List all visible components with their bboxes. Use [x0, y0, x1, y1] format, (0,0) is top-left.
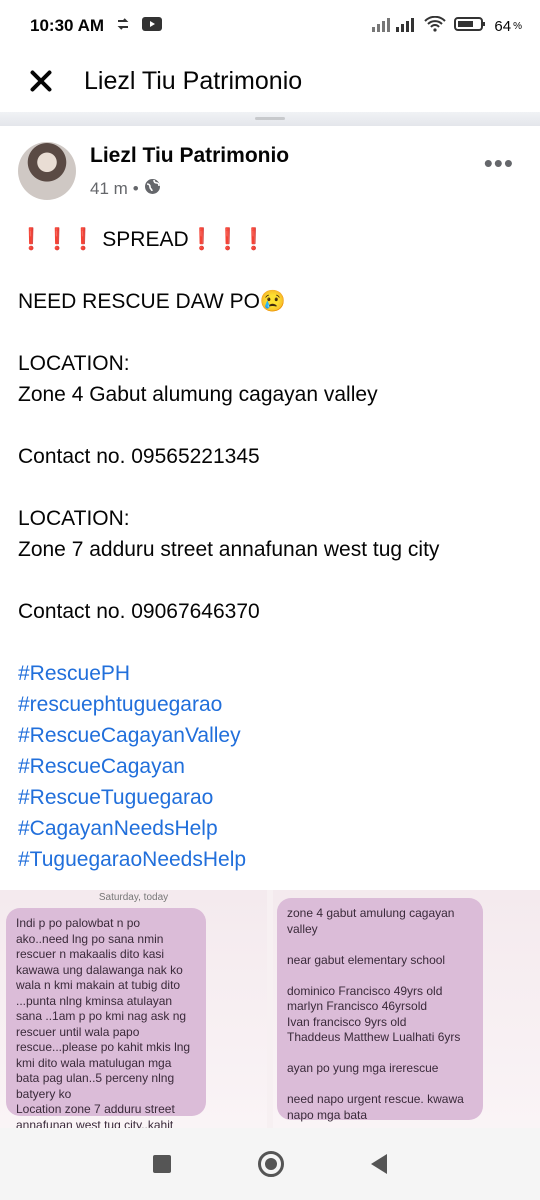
chat-bubble-right: zone 4 gabut amulung cagayan valley near…	[277, 898, 483, 1122]
post-line-need-rescue: NEED RESCUE DAW PO😢	[18, 290, 287, 313]
globe-icon	[144, 178, 161, 200]
screenshot-panel-right[interactable]: zone 4 gabut amulung cagayan valley near…	[273, 890, 540, 1128]
wifi-icon	[424, 15, 447, 36]
sync-icon	[114, 15, 132, 38]
hashtag-link[interactable]: #RescuePH	[18, 658, 528, 689]
chat-bubble-left: Indi p po palowbat n po ako..need lng po…	[6, 908, 206, 1128]
signal-icon	[372, 16, 416, 36]
location-2: Zone 7 adduru street annafunan west tug …	[18, 538, 440, 561]
more-options-icon[interactable]: •••	[484, 148, 514, 179]
back-icon[interactable]	[370, 1154, 387, 1174]
hashtag-link[interactable]: #rescuephtuguegarao	[18, 689, 528, 720]
post-header: Liezl Tiu Patrimonio 41 m • •••	[18, 138, 522, 208]
location-1: Zone 4 Gabut alumung cagayan valley	[18, 383, 378, 406]
post-time[interactable]: 41 m	[90, 179, 128, 199]
system-nav-bar	[0, 1128, 540, 1200]
chat-date: Saturday, today	[98, 892, 169, 903]
status-time: 10:30 AM	[30, 16, 105, 35]
contact-2: Contact no. 09067646370	[18, 600, 260, 623]
app-header: Liezl Tiu Patrimonio	[0, 52, 540, 110]
contact-1: Contact no. 09565221345	[18, 445, 260, 468]
post-body: ❗❗❗ SPREAD❗❗❗ NEED RESCUE DAW PO😢 LOCATI…	[18, 224, 528, 875]
page-title: Liezl Tiu Patrimonio	[84, 66, 303, 95]
post-line-spread: ❗❗❗ SPREAD❗❗❗	[18, 228, 268, 251]
separator-dot: •	[132, 179, 139, 198]
hashtag-link[interactable]: #CagayanNeedsHelp	[18, 813, 528, 844]
youtube-icon	[142, 16, 163, 37]
hashtag-link[interactable]: #TuguegaraoNeedsHelp	[18, 844, 528, 875]
post-meta: 41 m •	[90, 178, 161, 200]
hashtag-link[interactable]: #RescueCagayan	[18, 751, 528, 782]
battery-percent: 64	[494, 17, 512, 35]
hashtag-link[interactable]: #RescueTuguegarao	[18, 782, 528, 813]
drag-handle[interactable]	[255, 117, 285, 120]
hashtag-link[interactable]: #RescueCagayanValley	[18, 720, 528, 751]
post-author[interactable]: Liezl Tiu Patrimonio	[90, 144, 289, 168]
location-label-2: LOCATION:	[18, 507, 130, 530]
screenshot-panel-left[interactable]: Saturday, today Indi p po palowbat n po …	[0, 890, 267, 1128]
location-label-1: LOCATION:	[18, 352, 130, 375]
home-icon[interactable]	[257, 1151, 284, 1177]
status-bar: 10:30 AM 64%	[0, 0, 540, 52]
avatar[interactable]	[18, 142, 76, 200]
battery-icon	[454, 16, 486, 36]
recent-apps-icon[interactable]	[153, 1155, 172, 1173]
post-image[interactable]: Saturday, today Indi p po palowbat n po …	[0, 890, 540, 1128]
close-icon[interactable]	[26, 66, 56, 96]
